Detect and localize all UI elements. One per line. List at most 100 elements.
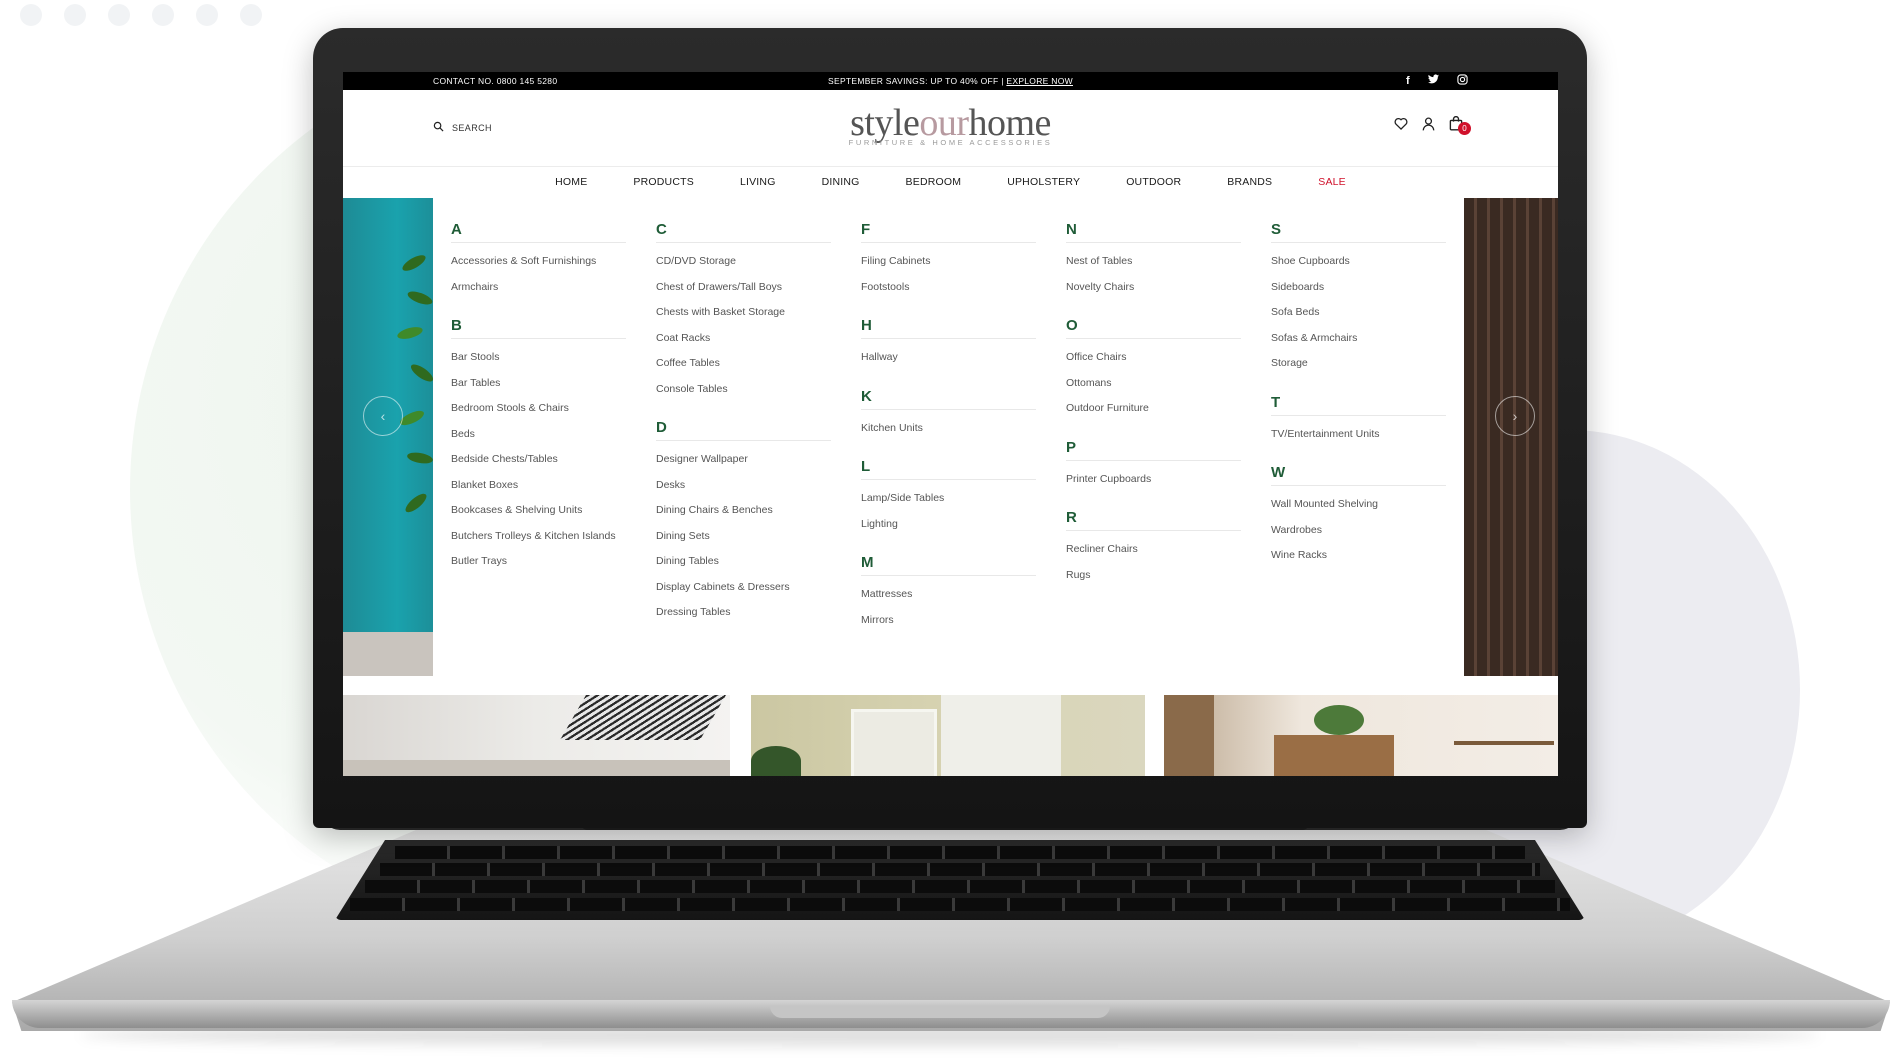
account-user-icon[interactable]	[1422, 117, 1435, 136]
hero-image-right	[1464, 198, 1558, 676]
mega-menu-link[interactable]: Dining Chairs & Benches	[656, 498, 831, 524]
mega-menu-letter-heading: B	[451, 314, 626, 339]
mega-menu-link[interactable]: Storage	[1271, 351, 1446, 377]
mega-menu-group-a: A Accessories & Soft Furnishings Armchairs	[451, 218, 626, 300]
mega-menu-link[interactable]: Office Chairs	[1066, 345, 1241, 371]
mega-menu-link[interactable]: Printer Cupboards	[1066, 467, 1241, 493]
mega-menu-letter-heading: L	[861, 455, 1036, 480]
mega-menu-link[interactable]: Accessories & Soft Furnishings	[451, 249, 626, 275]
instagram-icon[interactable]	[1457, 74, 1468, 89]
chevron-left-icon: ‹	[380, 408, 386, 424]
mega-menu-link[interactable]: Bar Tables	[451, 371, 626, 397]
category-tile-1[interactable]	[343, 695, 730, 776]
mega-menu-link[interactable]: Dressing Tables	[656, 600, 831, 626]
site-logo[interactable]: styleourhome FURNITURE & HOME ACCESSORIE…	[343, 104, 1558, 147]
mega-menu-link[interactable]: Mirrors	[861, 608, 1036, 634]
mega-menu-group-m: M Mattresses Mirrors	[861, 551, 1036, 633]
nav-upholstery[interactable]: UPHOLSTERY	[984, 167, 1103, 197]
mega-menu-link[interactable]: Armchairs	[451, 275, 626, 301]
mega-menu-link[interactable]: Blanket Boxes	[451, 473, 626, 499]
mega-menu-group-c: C CD/DVD Storage Chest of Drawers/Tall Boy…	[656, 218, 831, 402]
mega-menu-group-o: O Office Chairs Ottomans Outdoor Furniture	[1066, 314, 1241, 422]
mega-menu-link[interactable]: Bedroom Stools & Chairs	[451, 396, 626, 422]
mega-menu-link[interactable]: Display Cabinets & Dressers	[656, 575, 831, 601]
mega-menu-letter-heading: F	[861, 218, 1036, 243]
mega-menu-link[interactable]: Chest of Drawers/Tall Boys	[656, 275, 831, 301]
mega-menu-link[interactable]: Wardrobes	[1271, 518, 1446, 544]
mega-menu-group-s: S Shoe Cupboards Sideboards Sofa Beds Sofas …	[1271, 218, 1446, 377]
mega-menu-group-n: N Nest of Tables Novelty Chairs	[1066, 218, 1241, 300]
mega-menu-link[interactable]: Chests with Basket Storage	[656, 300, 831, 326]
mega-menu-letter-heading: P	[1066, 436, 1241, 461]
nav-sale[interactable]: SALE	[1295, 167, 1369, 197]
cart-bag-icon[interactable]: 0	[1449, 115, 1471, 136]
slider-next-button[interactable]: ›	[1495, 396, 1535, 436]
mega-menu-link[interactable]: Butchers Trolleys & Kitchen Islands	[451, 524, 626, 550]
mega-menu-link[interactable]: Bedside Chests/Tables	[451, 447, 626, 473]
nav-brands[interactable]: BRANDS	[1204, 167, 1295, 197]
mega-menu-letter-heading: H	[861, 314, 1036, 339]
mega-menu-link[interactable]: Ottomans	[1066, 371, 1241, 397]
mega-menu-link[interactable]: Desks	[656, 473, 831, 499]
mega-menu-link[interactable]: Designer Wallpaper	[656, 447, 831, 473]
category-tiles	[343, 695, 1558, 776]
mega-menu-column: S Shoe Cupboards Sideboards Sofa Beds Sofas …	[1271, 218, 1446, 583]
mega-menu-letter-heading: T	[1271, 391, 1446, 416]
mega-menu-link[interactable]: Bookcases & Shelving Units	[451, 498, 626, 524]
mega-menu-link[interactable]: Filing Cabinets	[861, 249, 1036, 275]
hero-image-left	[343, 198, 436, 676]
mega-menu-column: N Nest of Tables Novelty Chairs O Office Cha…	[1066, 218, 1241, 602]
promo-banner: SEPTEMBER SAVINGS: UP TO 40% OFF | EXPLO…	[343, 76, 1558, 86]
nav-outdoor[interactable]: OUTDOOR	[1103, 167, 1204, 197]
category-tile-3[interactable]	[1164, 695, 1558, 776]
mega-menu-letter-heading: S	[1271, 218, 1446, 243]
mega-menu-group-l: L Lamp/Side Tables Lighting	[861, 455, 1036, 537]
mega-menu-group-w: W Wall Mounted Shelving Wardrobes Wine Rack…	[1271, 461, 1446, 569]
facebook-icon[interactable]: f	[1406, 74, 1410, 89]
mega-menu-link[interactable]: Coffee Tables	[656, 351, 831, 377]
mega-menu-link[interactable]: Butler Trays	[451, 549, 626, 575]
twitter-icon[interactable]	[1428, 74, 1439, 89]
mega-menu-letter-heading: M	[861, 551, 1036, 576]
mega-menu-link[interactable]: TV/Entertainment Units	[1271, 422, 1446, 448]
mega-menu-link[interactable]: Dining Tables	[656, 549, 831, 575]
explore-now-link[interactable]: EXPLORE NOW	[1006, 76, 1073, 86]
mega-menu-link[interactable]: Sofa Beds	[1271, 300, 1446, 326]
mega-menu-letter-heading: A	[451, 218, 626, 243]
mega-menu-letter-heading: O	[1066, 314, 1241, 339]
mega-menu-link[interactable]: Bar Stools	[451, 345, 626, 371]
nav-home[interactable]: HOME	[532, 167, 610, 197]
mega-menu-link[interactable]: CD/DVD Storage	[656, 249, 831, 275]
mega-menu-link[interactable]: Mattresses	[861, 582, 1036, 608]
slider-prev-button[interactable]: ‹	[363, 396, 403, 436]
mega-menu-link[interactable]: Lamp/Side Tables	[861, 486, 1036, 512]
mega-menu-link[interactable]: Wall Mounted Shelving	[1271, 492, 1446, 518]
mega-menu-link[interactable]: Kitchen Units	[861, 416, 1036, 442]
mega-menu-link[interactable]: Outdoor Furniture	[1066, 396, 1241, 422]
mega-menu-link[interactable]: Shoe Cupboards	[1271, 249, 1446, 275]
products-mega-menu: A Accessories & Soft Furnishings Armchairs…	[433, 198, 1464, 676]
wishlist-heart-icon[interactable]	[1394, 117, 1408, 135]
social-links: f	[1406, 74, 1468, 89]
mega-menu-link[interactable]: Rugs	[1066, 563, 1241, 589]
mega-menu-link[interactable]: Console Tables	[656, 377, 831, 403]
mega-menu-link[interactable]: Wine Racks	[1271, 543, 1446, 569]
mega-menu-column: F Filing Cabinets Footstools H Hallway K Kitch…	[861, 218, 1036, 647]
mega-menu-link[interactable]: Nest of Tables	[1066, 249, 1241, 275]
nav-dining[interactable]: DINING	[799, 167, 883, 197]
mega-menu-link[interactable]: Lighting	[861, 512, 1036, 538]
category-tile-2[interactable]	[751, 695, 1145, 776]
mega-menu-link[interactable]: Novelty Chairs	[1066, 275, 1241, 301]
mega-menu-link[interactable]: Footstools	[861, 275, 1036, 301]
mega-menu-link[interactable]: Hallway	[861, 345, 1036, 371]
nav-living[interactable]: LIVING	[717, 167, 799, 197]
mega-menu-link[interactable]: Recliner Chairs	[1066, 537, 1241, 563]
mega-menu-group-r: R Recliner Chairs Rugs	[1066, 506, 1241, 588]
mega-menu-link[interactable]: Sideboards	[1271, 275, 1446, 301]
nav-products[interactable]: PRODUCTS	[610, 167, 717, 197]
mega-menu-link[interactable]: Coat Racks	[656, 326, 831, 352]
nav-bedroom[interactable]: BEDROOM	[883, 167, 985, 197]
mega-menu-link[interactable]: Beds	[451, 422, 626, 448]
mega-menu-link[interactable]: Sofas & Armchairs	[1271, 326, 1446, 352]
mega-menu-link[interactable]: Dining Sets	[656, 524, 831, 550]
